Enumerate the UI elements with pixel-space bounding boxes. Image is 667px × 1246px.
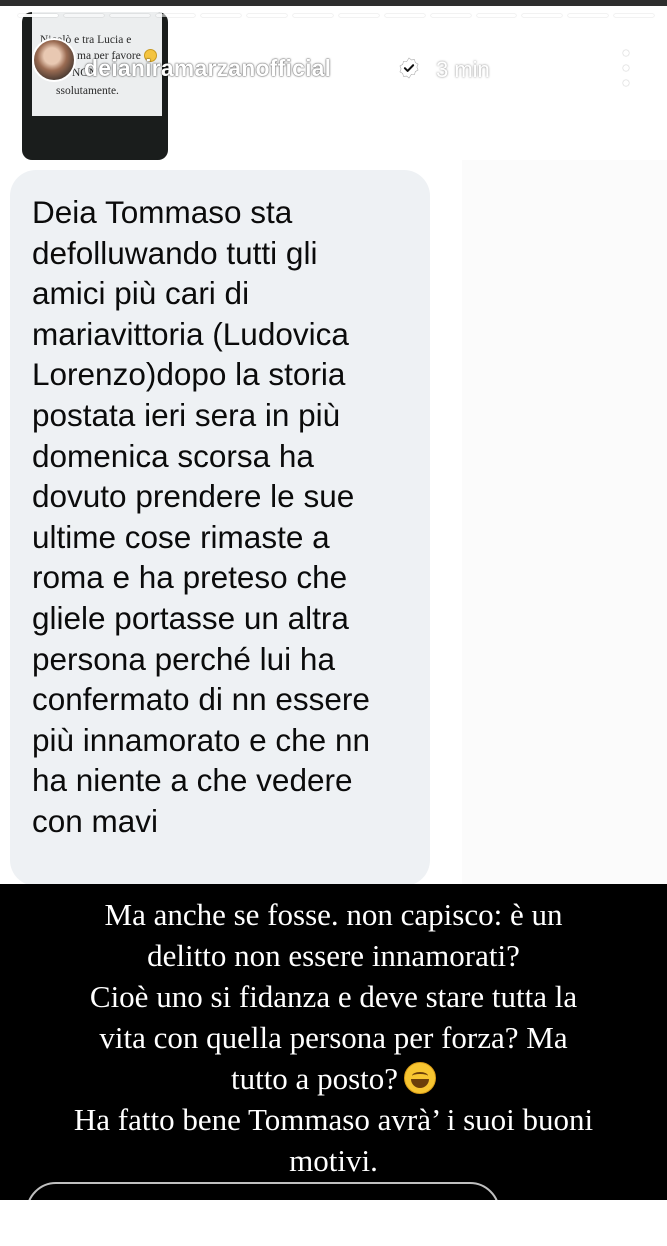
more-vertical-icon[interactable] xyxy=(618,50,634,86)
message-line: con mavi xyxy=(32,802,159,839)
story-progress-bars xyxy=(18,14,655,17)
message-line: confermato di nn essere xyxy=(32,681,370,718)
story-timestamp: 3 min xyxy=(436,57,490,82)
story-progress-segment xyxy=(155,14,196,17)
story-progress-segment xyxy=(247,14,288,17)
message-line: postata ieri sera in più xyxy=(32,396,341,433)
message-line: domenica scorsa ha xyxy=(32,437,314,474)
story-progress-segment xyxy=(293,14,334,17)
message-line: roma e ha preteso che xyxy=(32,559,348,596)
message-line: persona perché lui ha xyxy=(32,640,335,677)
story-progress-segment xyxy=(614,14,655,17)
verified-badge-icon xyxy=(399,57,419,79)
story-progress-segment xyxy=(384,14,425,17)
caption-line-with-emoji: tutto a posto? xyxy=(0,1058,667,1099)
story-progress-segment xyxy=(430,14,471,17)
story-top-strip xyxy=(0,0,667,6)
message-line: Lorenzo)dopo la storia xyxy=(32,356,346,393)
story-progress-segment xyxy=(109,14,150,17)
story-progress-segment xyxy=(18,14,58,17)
message-line: defolluwando tutti gli xyxy=(32,234,318,271)
caption-line: tutto a posto? xyxy=(230,1061,399,1096)
screenshot-background-panel xyxy=(462,160,667,884)
caption-line: delitto non essere innamorati? xyxy=(147,938,520,973)
story-progress-segment xyxy=(201,14,242,17)
story-caption: Ma anche se fosse. non capisco: è un del… xyxy=(0,894,667,1181)
message-line: ha niente a che vedere xyxy=(32,762,353,799)
laughing-tears-emoji-icon xyxy=(404,1062,437,1094)
username[interactable]: deianiramarzanofficial xyxy=(84,55,331,82)
avatar[interactable] xyxy=(32,38,76,82)
message-line: gliele portasse un altra xyxy=(32,599,349,636)
message-line: più innamorato e che nn xyxy=(32,721,370,758)
story-progress-segment xyxy=(568,14,609,17)
story-thumbnail: Nicolò e tra Lucia e ma per favore NON s… xyxy=(22,12,168,160)
message-text: Deia Tommaso sta defolluwando tutti gli … xyxy=(32,192,427,842)
story-progress-segment xyxy=(63,14,104,17)
thumbnail-text-line: ssolutamente. xyxy=(56,85,119,97)
story-progress-segment xyxy=(339,14,379,17)
message-line: amici più cari di xyxy=(32,275,250,312)
story-progress-segment xyxy=(522,14,563,17)
story-progress-segment xyxy=(476,14,517,17)
message-line: ultime cose rimaste a xyxy=(32,518,330,555)
message-line: dovuto prendere le sue xyxy=(32,478,355,515)
caption-line: Ha fatto bene Tommaso avrà’ i suoi buoni xyxy=(73,1102,594,1137)
caption-line: Cioè uno si fidanza e deve stare tutta l… xyxy=(89,979,578,1014)
message-line: mariavittoria (Ludovica xyxy=(32,315,349,352)
message-line: Deia Tommaso sta xyxy=(32,194,293,230)
reply-input[interactable] xyxy=(26,1182,500,1246)
caption-line: vita con quella persona per forza? Ma xyxy=(99,1020,568,1055)
caption-line: Ma anche se fosse. non capisco: è un xyxy=(104,897,563,932)
caption-line: motivi. xyxy=(289,1143,378,1178)
